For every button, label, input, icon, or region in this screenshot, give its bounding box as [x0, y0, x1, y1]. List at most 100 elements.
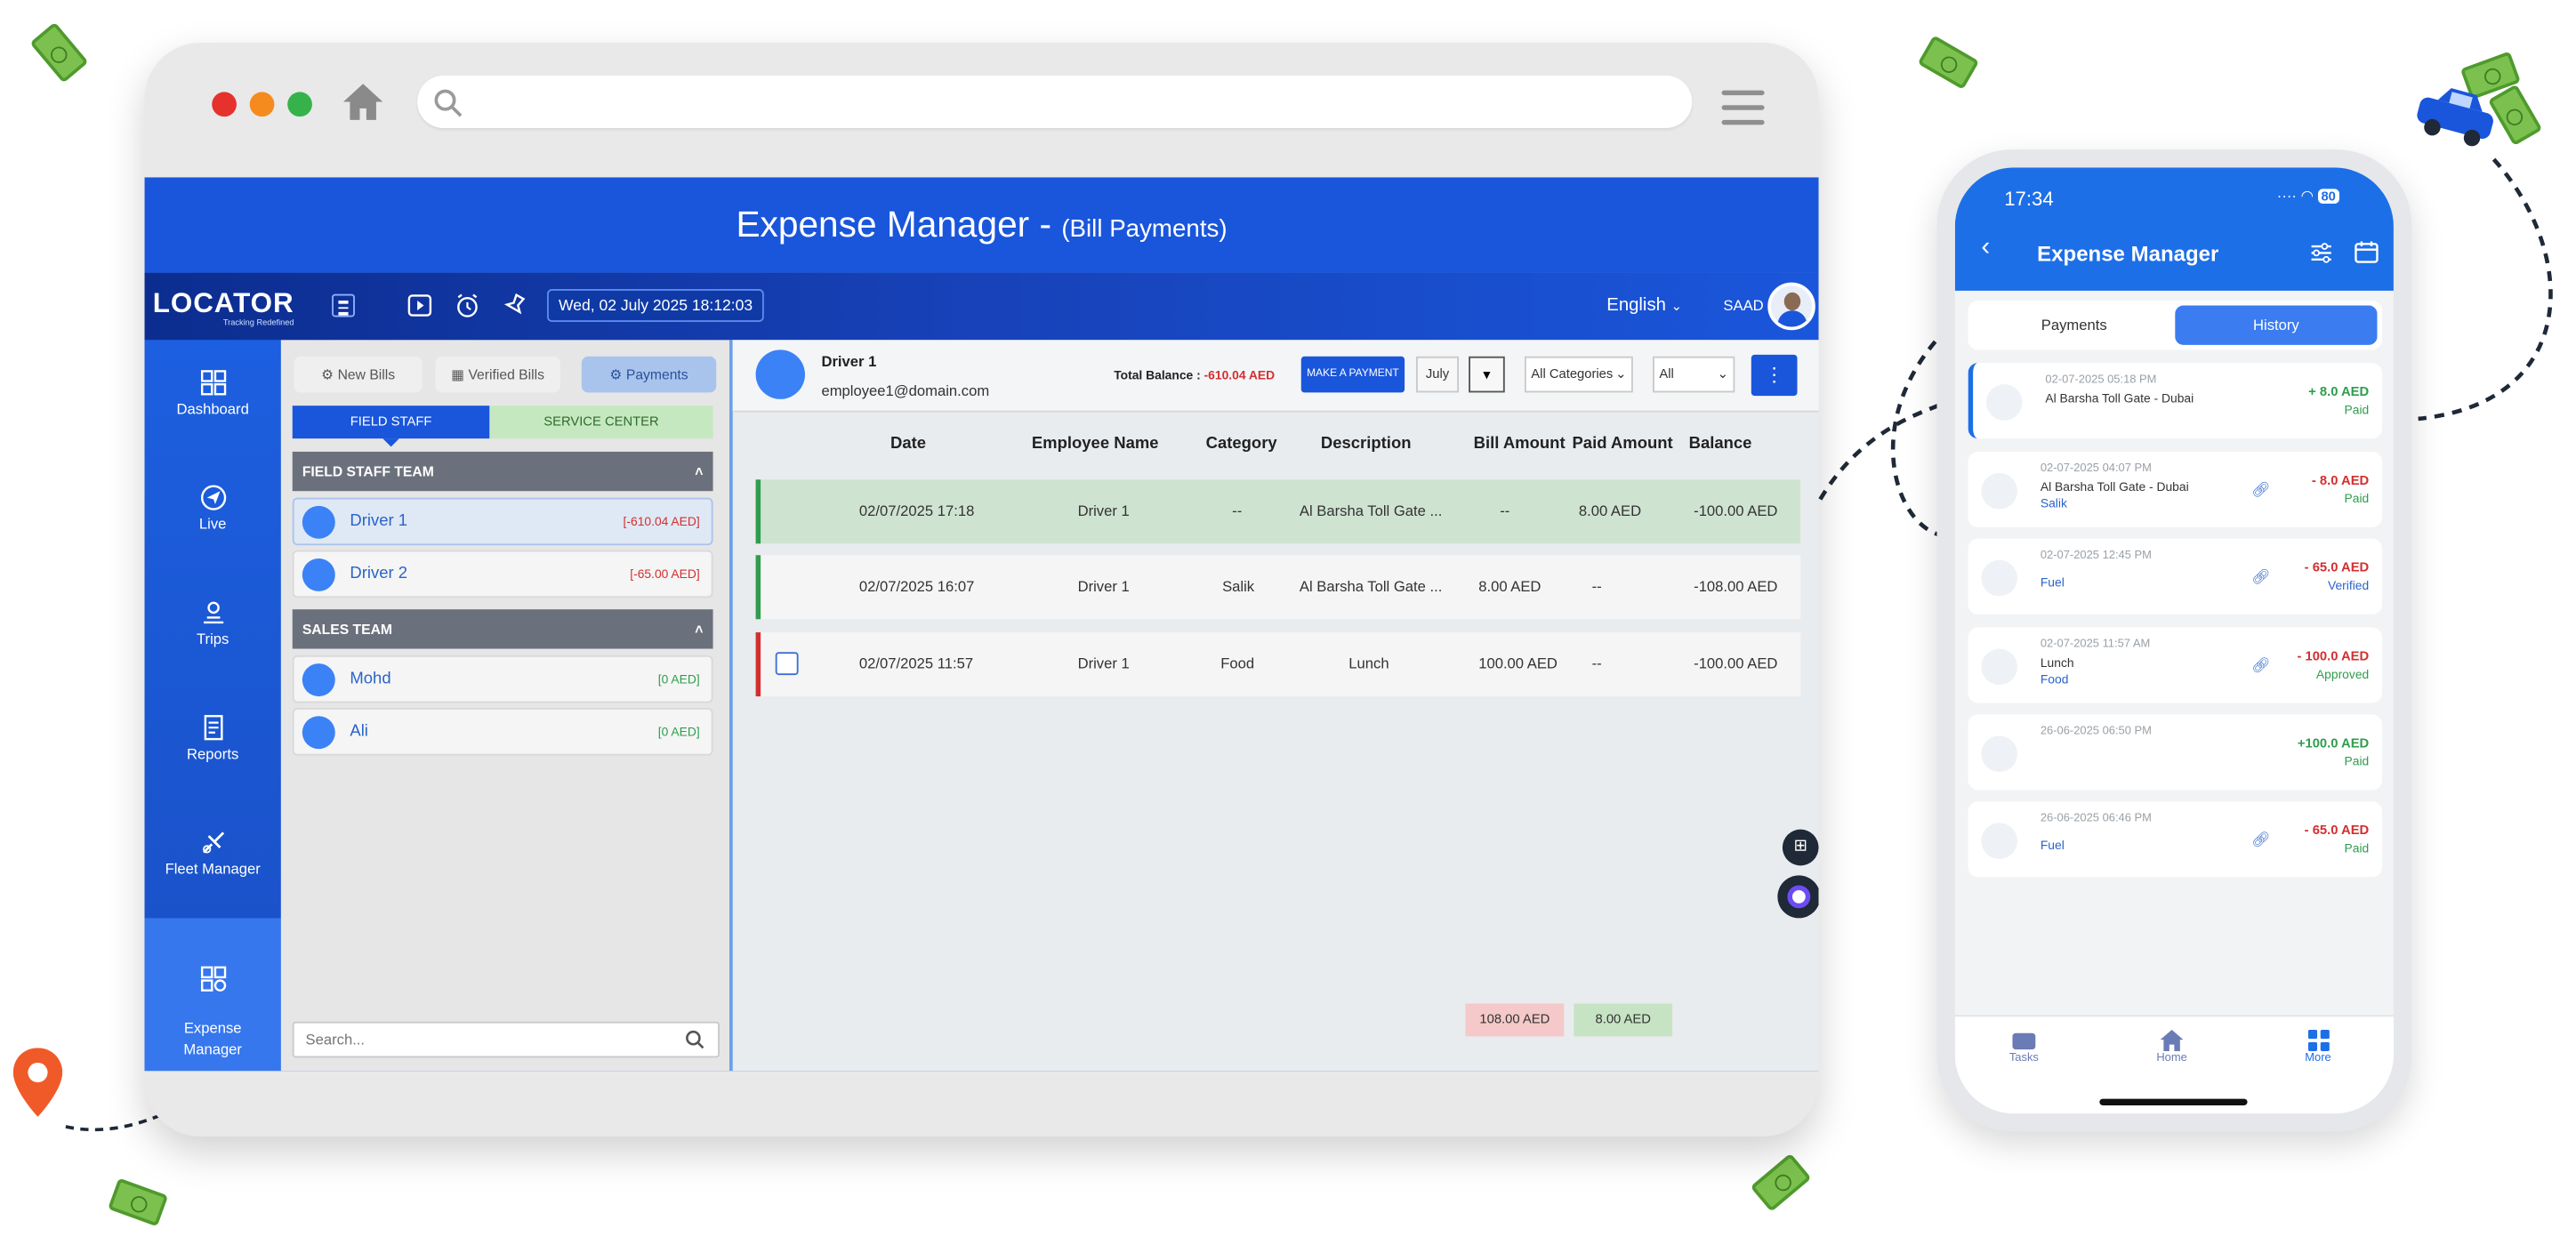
address-bar[interactable] — [417, 75, 1693, 129]
tab-payments-phone[interactable]: Payments — [1973, 306, 2175, 345]
total-balance: Total Balance : -610.04 AED — [1114, 367, 1276, 383]
more-options-button[interactable]: ⋮ — [1751, 354, 1798, 397]
total-paid-badge: 8.00 AED — [1574, 1003, 1673, 1037]
table-row[interactable]: 02/07/2025 17:18 Driver 1 -- Al Barsha T… — [755, 479, 1801, 544]
receipt-icon — [1981, 823, 2017, 859]
avatar — [302, 558, 335, 591]
video-icon[interactable] — [407, 294, 432, 317]
table-row[interactable]: 02/07/2025 11:57 Driver 1 Food Lunch 100… — [755, 632, 1801, 697]
list-item[interactable]: Driver 1 [-610.04 AED] — [292, 497, 713, 546]
money-bill-decoration — [108, 1177, 169, 1227]
home-icon[interactable] — [342, 82, 384, 121]
segment-field-staff[interactable]: FIELD STAFF — [292, 406, 490, 439]
history-item[interactable]: 26-06-2025 06:46 PM Fuel 🔗︎ - 65.0 AED P… — [1968, 801, 2383, 878]
alarm-clock-icon[interactable] — [455, 293, 480, 319]
row-checkbox[interactable] — [775, 652, 799, 676]
team-header-field-staff[interactable]: FIELD STAFF TEAM ˄ — [292, 451, 713, 492]
maximize-dot[interactable] — [287, 92, 312, 117]
sidebar-item-fleet-manager[interactable]: Fleet Manager — [145, 830, 281, 877]
list-item[interactable]: Mohd [0 AED] — [292, 655, 713, 703]
chevron-left-icon: ‹ — [1981, 233, 1991, 261]
logo: LOCATOR Tracking Redefined — [152, 287, 294, 329]
history-item[interactable]: 02-07-2025 04:07 PM Al Barsha Toll Gate … — [1968, 451, 2383, 527]
nav-home[interactable]: Home — [2139, 1030, 2205, 1064]
attachment-icon[interactable]: 🔗︎ — [2251, 831, 2270, 849]
tab-new-bills[interactable]: ⚙ New Bills — [294, 356, 423, 393]
sidebar-item-trips[interactable]: Trips — [145, 599, 281, 647]
browser-window: Expense Manager - (Bill Payments) LOCATO… — [144, 43, 1819, 1137]
avatar — [755, 349, 805, 399]
money-bill-decoration — [1750, 1153, 1812, 1212]
avatar[interactable] — [1767, 282, 1815, 331]
minimize-dot[interactable] — [249, 92, 275, 117]
phone-title: Expense Manager — [2037, 241, 2219, 267]
tab-verified-bills[interactable]: ▦ Verified Bills — [435, 356, 560, 393]
attachment-icon[interactable]: 🔗︎ — [2251, 481, 2270, 499]
receipt-icon — [1981, 559, 2017, 597]
sidebar-item-live[interactable]: Live — [145, 485, 281, 532]
expense-icon — [200, 966, 226, 992]
attachment-icon[interactable]: 🔗︎ — [2251, 657, 2270, 675]
briefcase-icon — [2012, 1032, 2036, 1050]
table-row[interactable]: 02/07/2025 16:07 Driver 1 Salik Al Barsh… — [755, 555, 1801, 620]
search-icon — [434, 89, 463, 117]
phone-screen: 17:34 ···· ◠ 80 ‹ Expense Manager Paymen… — [1954, 167, 2394, 1114]
tab-payments[interactable]: ⚙ Payments — [581, 356, 717, 393]
chevron-down-icon: ⌄ — [1615, 365, 1627, 382]
list-item[interactable]: Ali [0 AED] — [292, 708, 713, 756]
make-payment-button[interactable]: MAKE A PAYMENT — [1300, 356, 1405, 393]
history-item[interactable]: 26-06-2025 06:50 PM +100.0 AED Paid — [1968, 714, 2383, 791]
fleet-icon — [202, 831, 224, 854]
wallet-icon — [1981, 735, 2017, 773]
home-indicator — [2099, 1098, 2248, 1105]
caret-down-icon: ▾ — [1483, 365, 1491, 383]
segment-pointer-icon — [382, 438, 399, 447]
employee-name: Driver 1 — [821, 353, 877, 370]
receipt-icon — [1981, 472, 2017, 510]
language-selector[interactable]: English ⌄ — [1606, 295, 1682, 315]
close-dot[interactable] — [212, 92, 237, 117]
history-item[interactable]: 02-07-2025 11:57 AM Lunch Food 🔗︎ - 100.… — [1968, 627, 2383, 703]
tab-history-phone[interactable]: History — [2175, 305, 2378, 345]
list-item[interactable]: Driver 2 [-65.00 AED] — [292, 550, 713, 598]
attachment-icon[interactable]: 🔗︎ — [2251, 568, 2270, 586]
status-filter[interactable]: All ⌄ — [1652, 356, 1735, 393]
column-description: Description — [1320, 435, 1412, 454]
menu-icon[interactable] — [1721, 90, 1765, 135]
month-dropdown-button[interactable]: ▾ — [1469, 356, 1505, 393]
hamburger-button[interactable] — [332, 293, 355, 317]
month-select[interactable]: July — [1416, 356, 1460, 393]
nav-more[interactable]: More — [2285, 1030, 2351, 1064]
nav-tasks[interactable]: Tasks — [1991, 1032, 2057, 1064]
page-title-banner: Expense Manager - (Bill Payments) — [144, 177, 1819, 273]
user-name: SAAD — [1723, 297, 1764, 314]
bills-panel: Driver 1 employee1@domain.com Total Bala… — [729, 340, 1819, 1072]
report-icon — [203, 715, 222, 741]
grid-icon — [2306, 1030, 2329, 1052]
grid-icon: ⊞ — [1793, 837, 1807, 856]
money-bill-decoration — [1917, 35, 1980, 90]
filter-icon[interactable] — [2310, 241, 2333, 264]
pin-icon[interactable] — [503, 293, 527, 319]
segment-service-center[interactable]: SERVICE CENTER — [489, 406, 713, 439]
category-filter[interactable]: All Categories ⌄ — [1524, 356, 1633, 393]
search-icon — [686, 1030, 704, 1049]
sidebar-item-expense-manager[interactable]: Expense Manager — [144, 918, 281, 1072]
apps-button[interactable]: ⊞ — [1782, 829, 1819, 866]
back-button[interactable]: ‹ — [1981, 233, 1990, 262]
calendar-icon[interactable] — [2355, 240, 2379, 265]
history-item[interactable]: 02-07-2025 05:18 PM Al Barsha Toll Gate … — [1968, 363, 2383, 439]
phone-header: 17:34 ···· ◠ 80 ‹ Expense Manager — [1954, 167, 2394, 291]
sidebar-item-dashboard[interactable]: Dashboard — [145, 370, 281, 417]
team-header-sales[interactable]: SALES TEAM ˄ — [292, 609, 713, 649]
column-date: Date — [890, 435, 927, 454]
chevron-up-icon: ˄ — [695, 621, 704, 638]
status-icons: ···· ◠ 80 — [2277, 188, 2339, 205]
dashed-path-decoration — [1818, 340, 1944, 538]
sidebar-item-reports[interactable]: Reports — [145, 714, 281, 762]
chatbot-button[interactable] — [1777, 875, 1819, 919]
search-input[interactable] — [292, 1021, 720, 1058]
column-bill-amount: Bill Amount — [1473, 435, 1566, 454]
history-item[interactable]: 02-07-2025 12:45 PM Fuel 🔗︎ - 65.0 AED V… — [1968, 538, 2383, 614]
sidebar: Dashboard Live Trips Reports Fleet Manag… — [144, 340, 281, 1072]
